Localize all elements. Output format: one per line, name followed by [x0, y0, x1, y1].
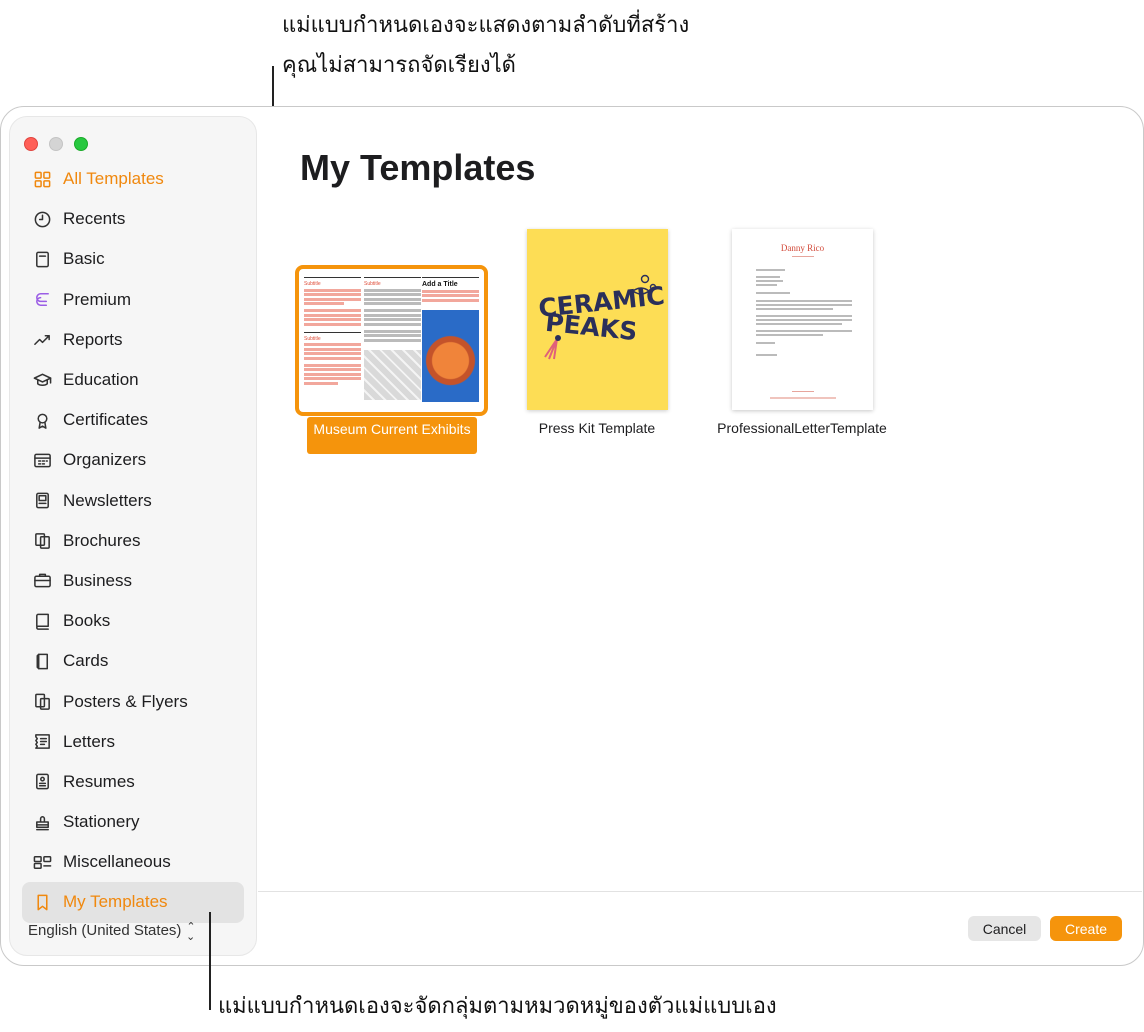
- sidebar-item-newsletters[interactable]: Newsletters: [22, 481, 244, 521]
- sidebar-item-label: Resumes: [63, 771, 135, 791]
- sidebar-item-education[interactable]: Education: [22, 360, 244, 400]
- up-down-chevron-icon: ⌃ ⌃: [186, 920, 196, 941]
- sidebar-item-label: Posters & Flyers: [63, 691, 188, 711]
- sidebar-item-label: Recents: [63, 209, 126, 229]
- template-thumbnail: CERAMIC PEAKS: [527, 229, 668, 410]
- sidebar-item-label: Cards: [63, 651, 109, 671]
- template-name-label: Museum Current Exhibits: [307, 417, 477, 454]
- template-chooser-window: All Templates Recents Basic Premium Repo…: [0, 106, 1144, 966]
- thumb-subtitle: Subtitle: [364, 281, 381, 287]
- clock-icon: [32, 209, 52, 229]
- close-window-button[interactable]: [24, 137, 38, 151]
- bookmark-icon: [32, 892, 52, 912]
- ceramic-peaks-artwork: CERAMIC PEAKS: [537, 274, 666, 360]
- callout-bottom-leader: [209, 912, 211, 1010]
- sidebar-item-label: Organizers: [63, 450, 147, 470]
- sidebar-item-resumes[interactable]: Resumes: [22, 762, 244, 802]
- sidebar-item-label: Certificates: [63, 410, 149, 430]
- sidebar-item-label: All Templates: [63, 169, 164, 189]
- sidebar-item-label: Education: [63, 370, 139, 390]
- create-button[interactable]: Create: [1050, 916, 1122, 941]
- category-list: All Templates Recents Basic Premium Repo…: [22, 159, 244, 923]
- minimize-window-button[interactable]: [49, 137, 63, 151]
- sidebar-item-premium[interactable]: Premium: [22, 280, 244, 320]
- letter-icon: [32, 732, 52, 752]
- chart-icon: [32, 330, 52, 350]
- briefcase-icon: [32, 571, 52, 591]
- sidebar-item-organizers[interactable]: Organizers: [22, 440, 244, 480]
- sidebar-item-label: Reports: [63, 329, 123, 349]
- thumb-subtitle: Subtitle: [304, 335, 321, 342]
- sidebar-item-certificates[interactable]: Certificates: [22, 400, 244, 440]
- language-popup[interactable]: English (United States) ⌃ ⌃: [28, 920, 196, 941]
- template-thumbnail: Subtitle Subtitle Subtitle Add a Title: [301, 271, 482, 410]
- sidebar-item-posters-flyers[interactable]: Posters & Flyers: [22, 681, 244, 721]
- template-name-label: Press Kit Template: [538, 420, 656, 436]
- callout-top: แม่แบบกำหนดเองจะแสดงตามลำดับที่สร้าง คุณ…: [282, 6, 689, 86]
- footer-divider: [258, 891, 1142, 892]
- sidebar-item-stationery[interactable]: Stationery: [22, 802, 244, 842]
- thumb-map-image: [364, 349, 421, 400]
- sidebar-item-label: My Templates: [63, 892, 168, 912]
- sidebar-item-label: Brochures: [63, 530, 141, 550]
- callout-top-line-1: แม่แบบกำหนดเองจะแสดงตามลำดับที่สร้าง: [282, 13, 690, 38]
- cancel-button[interactable]: Cancel: [968, 916, 1041, 941]
- sidebar-item-reports[interactable]: Reports: [22, 320, 244, 360]
- sidebar: All Templates Recents Basic Premium Repo…: [9, 116, 257, 956]
- sidebar-item-letters[interactable]: Letters: [22, 722, 244, 762]
- sidebar-item-label: Miscellaneous: [63, 852, 171, 872]
- poster-icon: [32, 692, 52, 712]
- sidebar-item-label: Basic: [63, 249, 105, 269]
- sidebar-item-recents[interactable]: Recents: [22, 199, 244, 239]
- sidebar-item-label: Business: [63, 570, 132, 590]
- brochure-preview: Subtitle Subtitle Subtitle Add a Title: [301, 271, 482, 410]
- thumb-subtitle: Subtitle: [304, 281, 321, 287]
- stamp-icon: [32, 812, 52, 832]
- sidebar-item-brochures[interactable]: Brochures: [22, 521, 244, 561]
- language-label: English (United States): [28, 922, 182, 939]
- sidebar-item-label: Premium: [63, 289, 132, 309]
- sidebar-item-label: Newsletters: [63, 490, 152, 510]
- sidebar-item-basic[interactable]: Basic: [22, 239, 244, 279]
- sidebar-item-label: Books: [63, 611, 111, 631]
- template-thumbnail: Danny Rico: [732, 229, 873, 410]
- sidebar-item-business[interactable]: Business: [22, 561, 244, 601]
- calendar-icon: [32, 450, 52, 470]
- thumb-add-title: Add a Title: [422, 281, 458, 288]
- brochure-icon: [32, 531, 52, 551]
- document-icon: [32, 249, 52, 269]
- callout-bottom: แม่แบบกำหนดเองจะจัดกลุ่มตามหมวดหมู่ของตั…: [218, 994, 777, 1019]
- ribbon-icon: [32, 410, 52, 430]
- page-title: My Templates: [300, 147, 536, 188]
- sidebar-item-label: Letters: [63, 731, 115, 751]
- callout-top-line-2: คุณไม่สามารถจัดเรียงได้: [282, 53, 516, 78]
- card-icon: [32, 651, 52, 671]
- premium-icon: [32, 290, 52, 310]
- sidebar-item-all-templates[interactable]: All Templates: [22, 159, 244, 199]
- book-icon: [32, 611, 52, 631]
- grid-icon: [32, 169, 52, 189]
- sidebar-item-cards[interactable]: Cards: [22, 641, 244, 681]
- resume-icon: [32, 772, 52, 792]
- template-name-label: ProfessionalLetterTemplate: [717, 420, 887, 436]
- sidebar-item-books[interactable]: Books: [22, 601, 244, 641]
- thumb-letter-name: Danny Rico: [780, 243, 825, 253]
- zoom-window-button[interactable]: [74, 137, 88, 151]
- thumb-jellyfish-image: [422, 309, 479, 402]
- sidebar-item-miscellaneous[interactable]: Miscellaneous: [22, 842, 244, 882]
- graduation-cap-icon: [32, 370, 52, 390]
- misc-icon: [32, 852, 52, 872]
- sidebar-item-label: Stationery: [63, 812, 140, 832]
- newspaper-icon: [32, 491, 52, 511]
